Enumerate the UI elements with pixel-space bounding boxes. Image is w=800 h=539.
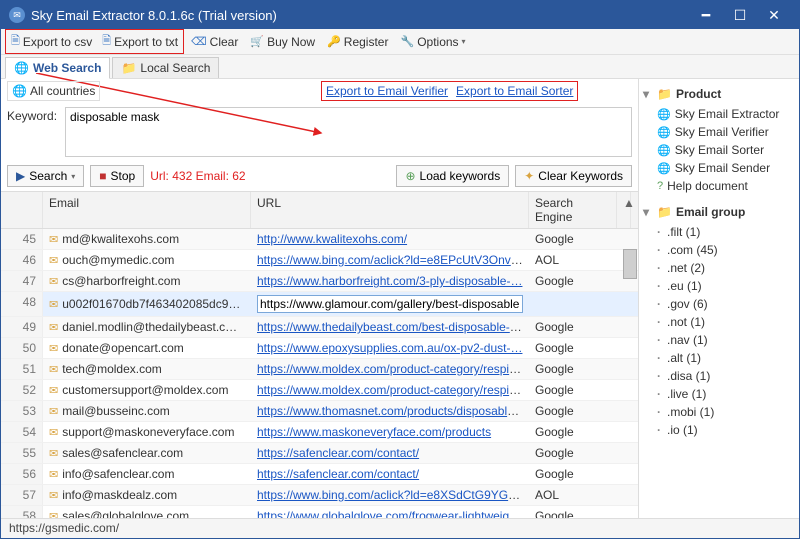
email-group-item[interactable]: .com (45) xyxy=(657,241,795,259)
search-button[interactable]: ▶Search ▾ xyxy=(7,165,84,187)
product-section[interactable]: ▾📁Product xyxy=(643,85,795,103)
product-item[interactable]: 🌐Sky Email Verifier xyxy=(657,123,795,141)
keyword-label: Keyword: xyxy=(7,107,61,157)
email-group-item[interactable]: .filt (1) xyxy=(657,223,795,241)
table-row[interactable]: 47✉cs@harborfreight.comhttps://www.harbo… xyxy=(1,271,638,292)
table-row[interactable]: 54✉support@maskoneveryface.comhttps://ww… xyxy=(1,422,638,443)
buy-now-button[interactable]: 🛒Buy Now xyxy=(245,33,320,51)
load-keywords-button[interactable]: ⊕Load keywords xyxy=(396,165,509,187)
export-sorter-link[interactable]: Export to Email Sorter xyxy=(456,84,573,98)
email-group-item[interactable]: .mobi (1) xyxy=(657,403,795,421)
table-row[interactable]: 55✉sales@safenclear.comhttps://safenclea… xyxy=(1,443,638,464)
clear-button[interactable]: ⌫Clear xyxy=(186,33,243,51)
results-grid[interactable]: 45✉md@kwalitexohs.comhttp://www.kwalitex… xyxy=(1,229,638,518)
email-group-item[interactable]: .nav (1) xyxy=(657,331,795,349)
close-button[interactable]: ✕ xyxy=(757,1,791,29)
options-button[interactable]: 🔧Options ▾ xyxy=(395,33,470,51)
table-row[interactable]: 48✉u002f01670db7f463402085dc9… xyxy=(1,292,638,317)
table-row[interactable]: 46✉ouch@mymedic.comhttps://www.bing.com/… xyxy=(1,250,638,271)
email-group-item[interactable]: .io (1) xyxy=(657,421,795,439)
tab-web-search[interactable]: 🌐Web Search xyxy=(5,57,110,79)
maximize-button[interactable]: ☐ xyxy=(723,1,757,29)
email-group-item[interactable]: .not (1) xyxy=(657,313,795,331)
table-row[interactable]: 58✉sales@globalglove.comhttps://www.glob… xyxy=(1,506,638,518)
status-bar: https://gsmedic.com/ xyxy=(1,518,799,538)
product-item[interactable]: 🌐Sky Email Extractor xyxy=(657,105,795,123)
email-group-item[interactable]: .live (1) xyxy=(657,385,795,403)
url-email-stats: Url: 432 Email: 62 xyxy=(150,169,245,183)
tab-local-search[interactable]: 📁Local Search xyxy=(112,57,219,78)
product-item[interactable]: ?Help document xyxy=(657,177,795,195)
table-row[interactable]: 57✉info@maskdealz.comhttps://www.bing.co… xyxy=(1,485,638,506)
product-item[interactable]: 🌐Sky Email Sender xyxy=(657,159,795,177)
table-row[interactable]: 50✉donate@opencart.comhttps://www.epoxys… xyxy=(1,338,638,359)
export-verifier-link[interactable]: Export to Email Verifier xyxy=(326,84,448,98)
table-row[interactable]: 53✉mail@busseinc.comhttps://www.thomasne… xyxy=(1,401,638,422)
export-csv-button[interactable]: 🗎Export to csv xyxy=(6,30,97,53)
email-group-item[interactable]: .net (2) xyxy=(657,259,795,277)
stop-button[interactable]: ■Stop xyxy=(90,165,144,187)
table-row[interactable]: 45✉md@kwalitexohs.comhttp://www.kwalitex… xyxy=(1,229,638,250)
email-group-item[interactable]: .disa (1) xyxy=(657,367,795,385)
table-row[interactable]: 51✉tech@moldex.comhttps://www.moldex.com… xyxy=(1,359,638,380)
table-row[interactable]: 52✉customersupport@moldex.comhttps://www… xyxy=(1,380,638,401)
export-txt-button[interactable]: 🗎Export to txt xyxy=(97,30,183,53)
email-group-item[interactable]: .gov (6) xyxy=(657,295,795,313)
table-row[interactable]: 49✉daniel.modlin@thedailybeast.c…https:/… xyxy=(1,317,638,338)
minimize-button[interactable]: ━ xyxy=(689,1,723,29)
product-item[interactable]: 🌐Sky Email Sorter xyxy=(657,141,795,159)
grid-header: Email URL Search Engine ▲ xyxy=(1,191,638,229)
clear-keywords-button[interactable]: ✦Clear Keywords xyxy=(515,165,632,187)
scrollbar-handle[interactable] xyxy=(623,249,637,279)
email-group-section[interactable]: ▾📁Email group xyxy=(643,203,795,221)
country-select[interactable]: 🌐All countries xyxy=(7,81,100,101)
app-logo-icon: ✉ xyxy=(9,7,25,23)
table-row[interactable]: 56✉info@safenclear.comhttps://safenclear… xyxy=(1,464,638,485)
register-button[interactable]: 🔑Register xyxy=(322,33,393,51)
keyword-input[interactable] xyxy=(65,107,632,157)
email-group-item[interactable]: .alt (1) xyxy=(657,349,795,367)
email-group-item[interactable]: .eu (1) xyxy=(657,277,795,295)
window-title: Sky Email Extractor 8.0.1.6c (Trial vers… xyxy=(31,8,689,23)
